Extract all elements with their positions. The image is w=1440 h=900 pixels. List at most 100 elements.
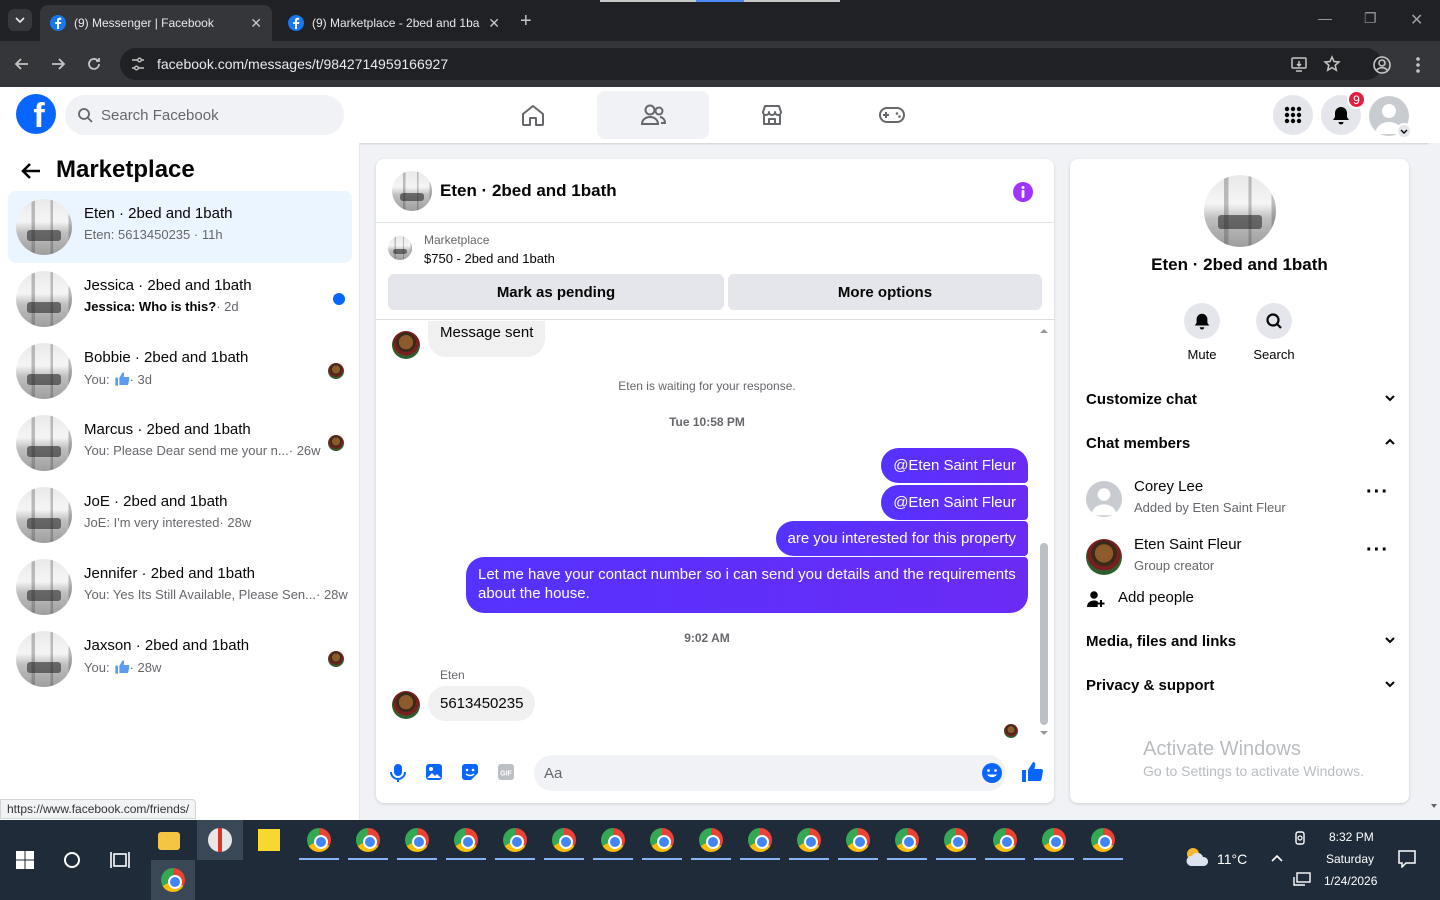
- scroll-down-icon[interactable]: [1038, 729, 1050, 737]
- scroll-up-icon[interactable]: [1038, 327, 1050, 335]
- chrome-icon[interactable]: [299, 828, 339, 860]
- chrome-icon[interactable]: [642, 828, 682, 860]
- chat-title[interactable]: Eten · 2bed and 1bath: [440, 181, 617, 201]
- chrome-icon[interactable]: [838, 828, 878, 860]
- sticker-icon[interactable]: [461, 763, 479, 781]
- outgoing-message[interactable]: are you interested for this property: [775, 521, 1028, 556]
- microphone-icon[interactable]: [389, 763, 407, 783]
- chat-members-section[interactable]: Chat members: [1086, 435, 1396, 452]
- clock-day[interactable]: Saturday: [1326, 852, 1374, 866]
- forward-arrow-icon[interactable]: [48, 54, 68, 74]
- meet-now-icon[interactable]: [1294, 830, 1308, 846]
- image-icon[interactable]: [425, 763, 443, 781]
- nav-gaming[interactable]: [836, 91, 948, 139]
- member-row[interactable]: Eten Saint Fleur Group creator ···: [1086, 533, 1396, 585]
- conversation-item[interactable]: Jennifer · 2bed and 1bath You: Yes Its St…: [8, 551, 352, 623]
- conversation-item[interactable]: JoE · 2bed and 1bath JoE: I'm very intere…: [8, 479, 352, 551]
- message-input[interactable]: Aa: [534, 755, 1006, 791]
- browser-menu-icon[interactable]: [1410, 55, 1426, 75]
- chrome-icon[interactable]: [789, 828, 829, 860]
- outgoing-message[interactable]: @Eten Saint Fleur: [881, 485, 1028, 520]
- tab-search-button[interactable]: [8, 9, 32, 31]
- conversation-item[interactable]: Bobbie · 2bed and 1bath You: · 3d: [8, 335, 352, 407]
- chrome-icon[interactable]: [887, 828, 927, 860]
- tab-messenger[interactable]: (9) Messenger | Facebook ✕: [40, 5, 272, 41]
- reload-icon[interactable]: [84, 54, 104, 74]
- page-scrollbar[interactable]: [1428, 143, 1440, 820]
- weather-temp[interactable]: 11°C: [1217, 851, 1247, 867]
- conversation-item[interactable]: Eten · 2bed and 1bath Eten: 5613450235 · …: [8, 191, 352, 263]
- member-avatar[interactable]: [1086, 539, 1122, 575]
- scroll-down-icon[interactable]: [1430, 803, 1438, 809]
- chrome-icon[interactable]: [161, 868, 185, 892]
- menu-button[interactable]: [1273, 95, 1313, 135]
- profile-icon[interactable]: [1372, 55, 1392, 75]
- snipping-tool-icon[interactable]: [208, 828, 232, 852]
- site-settings-icon[interactable]: [130, 56, 146, 72]
- close-tab-icon[interactable]: ✕: [250, 15, 262, 32]
- restore-icon[interactable]: ❐: [1364, 10, 1377, 27]
- like-thumb-icon[interactable]: [1020, 760, 1044, 784]
- message-list[interactable]: Message sent Eten is waiting for your re…: [376, 321, 1054, 741]
- listing-thumbnail[interactable]: [388, 236, 412, 260]
- chrome-icon[interactable]: [593, 828, 633, 860]
- back-arrow-icon[interactable]: [12, 54, 32, 74]
- mute-button[interactable]: Mute: [1172, 303, 1232, 362]
- more-dots-icon[interactable]: ···: [1366, 539, 1389, 562]
- chevron-up-icon[interactable]: [1271, 854, 1283, 862]
- outgoing-message[interactable]: @Eten Saint Fleur: [881, 448, 1028, 483]
- chrome-icon[interactable]: [397, 828, 437, 860]
- chrome-icon[interactable]: [1083, 828, 1123, 860]
- conversation-item[interactable]: Jaxson · 2bed and 1bath You: · 28w: [8, 623, 352, 695]
- info-icon[interactable]: [1012, 181, 1034, 203]
- group-avatar[interactable]: [1204, 175, 1276, 247]
- back-arrow-icon[interactable]: [20, 161, 42, 181]
- more-options-button[interactable]: More options: [728, 274, 1042, 310]
- search-circle-icon[interactable]: [62, 850, 82, 870]
- chrome-icon[interactable]: [936, 828, 976, 860]
- member-avatar[interactable]: [1086, 481, 1122, 517]
- facebook-logo[interactable]: f: [16, 94, 56, 134]
- close-window-icon[interactable]: ✕: [1410, 10, 1423, 30]
- file-explorer-icon[interactable]: [158, 832, 180, 850]
- account-chevron[interactable]: [1396, 123, 1412, 139]
- clock-time[interactable]: 8:32 PM: [1329, 830, 1374, 844]
- listing-title[interactable]: $750 - 2bed and 1bath: [424, 251, 555, 266]
- incoming-message[interactable]: Message sent: [428, 321, 546, 357]
- windows-start-icon[interactable]: [16, 851, 34, 869]
- clock-date[interactable]: 1/24/2026: [1324, 874, 1377, 888]
- close-tab-icon[interactable]: ✕: [488, 15, 500, 32]
- chrome-icon[interactable]: [544, 828, 584, 860]
- url-bar[interactable]: facebook.com/messages/t/9842714959166927: [120, 48, 1382, 80]
- privacy-support-section[interactable]: Privacy & support: [1086, 677, 1396, 694]
- minimize-icon[interactable]: —: [1318, 10, 1332, 26]
- more-dots-icon[interactable]: ···: [1366, 481, 1389, 504]
- sender-avatar[interactable]: [392, 691, 420, 719]
- bookmark-star-icon[interactable]: [1323, 55, 1341, 73]
- nav-home[interactable]: [477, 91, 589, 139]
- outgoing-message[interactable]: Let me have your contact number so i can…: [466, 557, 1028, 613]
- scrollbar-thumb[interactable]: [1040, 543, 1048, 725]
- media-files-section[interactable]: Media, files and links: [1086, 633, 1396, 650]
- search-input[interactable]: Search Facebook: [65, 95, 344, 135]
- tab-marketplace[interactable]: (9) Marketplace - 2bed and 1ba ✕: [278, 5, 510, 41]
- add-people-button[interactable]: Add people: [1086, 589, 1396, 607]
- emoji-icon[interactable]: [981, 762, 1003, 784]
- sticky-notes-icon[interactable]: [258, 829, 280, 851]
- member-row[interactable]: Corey Lee Added by Eten Saint Fleur ···: [1086, 475, 1396, 527]
- chrome-icon[interactable]: [740, 828, 780, 860]
- mark-as-pending-button[interactable]: Mark as pending: [388, 274, 724, 310]
- install-app-icon[interactable]: [1290, 55, 1308, 73]
- search-conversation-button[interactable]: Search: [1244, 303, 1304, 362]
- conversation-item[interactable]: Marcus · 2bed and 1bath You: Please Dear …: [8, 407, 352, 479]
- customize-chat-section[interactable]: Customize chat: [1086, 391, 1396, 408]
- sender-avatar[interactable]: [392, 331, 420, 359]
- nav-friends[interactable]: [597, 91, 709, 139]
- chrome-icon[interactable]: [691, 828, 731, 860]
- chrome-icon[interactable]: [446, 828, 486, 860]
- chrome-icon[interactable]: [985, 828, 1025, 860]
- incoming-message[interactable]: 5613450235: [428, 686, 536, 721]
- task-view-icon[interactable]: [110, 850, 130, 870]
- new-tab-button[interactable]: +: [520, 10, 532, 33]
- nav-marketplace[interactable]: [716, 91, 828, 139]
